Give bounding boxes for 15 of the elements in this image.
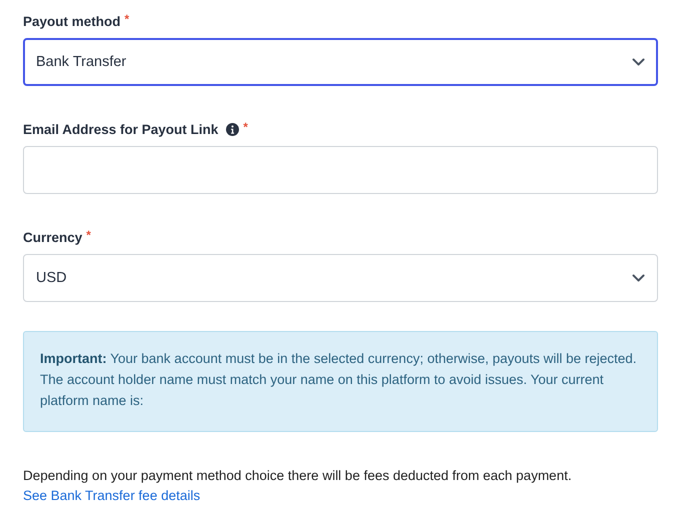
field-label: Email Address for Payout Link	[23, 122, 218, 136]
required-mark: *	[243, 120, 248, 134]
required-mark: *	[124, 12, 130, 26]
field-label: Currency	[23, 230, 82, 244]
field-label: Payout method	[23, 14, 121, 28]
info-icon[interactable]	[226, 122, 240, 136]
info-alert: Important: Your bank account must be in the selected currency; otherwise, payouts will be rejected. The account holder name must match your name on this platform to avoid issues. Your current platform name is:	[23, 331, 658, 432]
fee-details-link[interactable]: See Bank Transfer fee details	[23, 488, 200, 503]
fee-note: Depending on your payment method choice there will be fees deducted from each payment.	[23, 467, 573, 485]
select-field[interactable]: USD	[23, 254, 658, 302]
input-field[interactable]	[23, 146, 658, 194]
select-field[interactable]: Bank Transfer	[23, 38, 658, 86]
chevron-down-icon	[632, 58, 645, 66]
required-mark: *	[86, 228, 91, 242]
chevron-down-icon	[632, 274, 645, 282]
